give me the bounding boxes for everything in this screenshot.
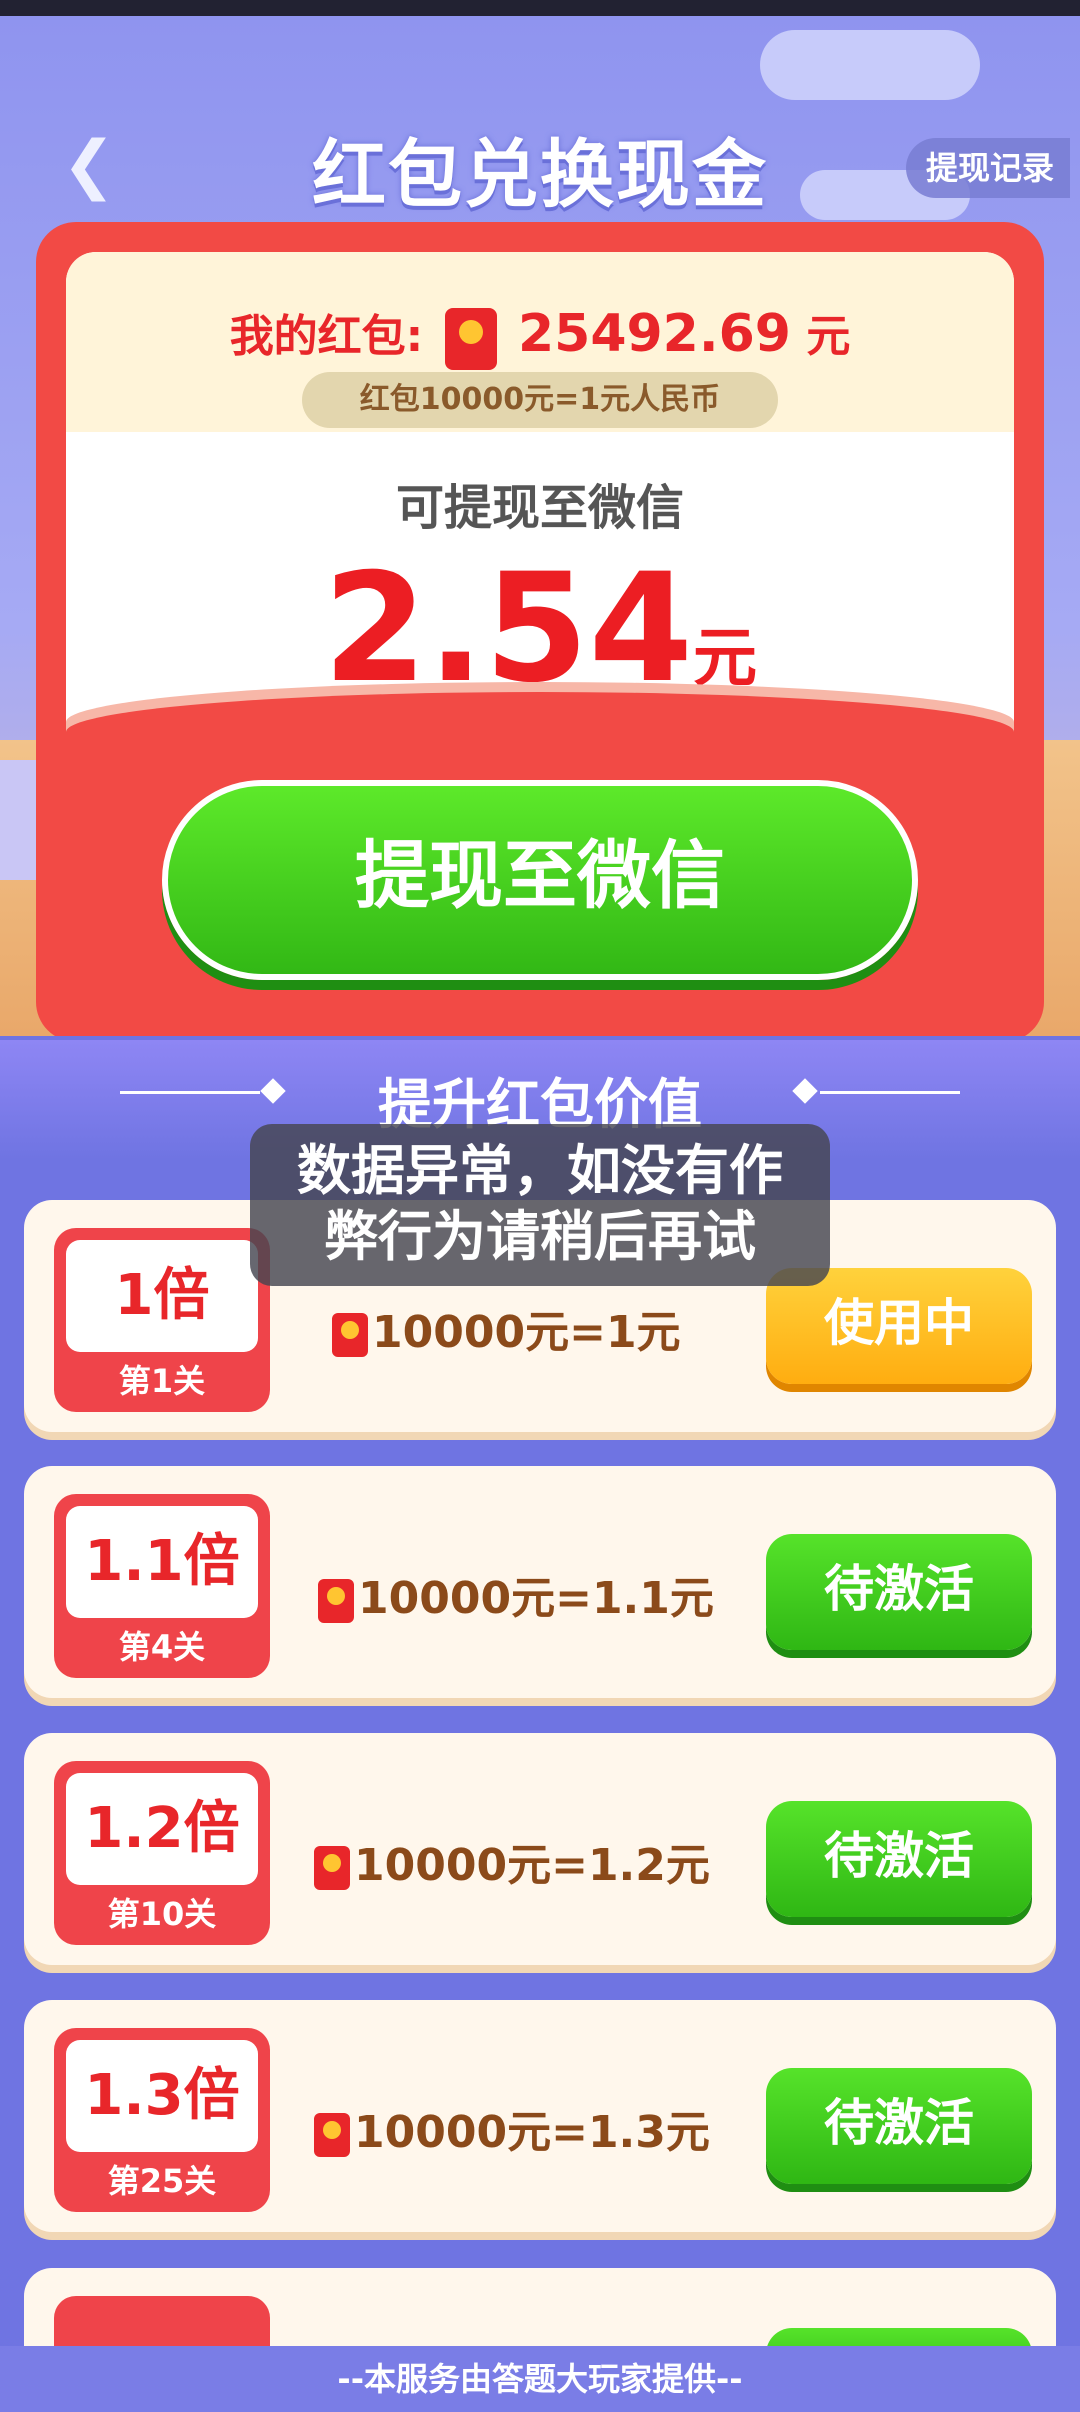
withdraw-amount-value: 2.54 [322, 542, 694, 716]
redpacket-card: 我的红包: 25492.69 元 红包10000元=1元人民币 可提现至微信 2… [36, 222, 1044, 1042]
redpacket-icon [314, 2113, 350, 2157]
my-redpacket-unit: 元 [806, 311, 851, 362]
exchange-rate-text: 10000元=1.2元 [354, 1840, 710, 1891]
exchange-rate: 10000元=1.1元 [318, 1562, 714, 1626]
withdrawable-label: 可提现至微信 [395, 480, 684, 536]
stage-label: 第4关 [118, 1628, 206, 1666]
multiplier-badge: 1.1倍 第4关 [54, 1494, 270, 1678]
exchange-rate-badge: 红包10000元=1元人民币 [302, 372, 778, 428]
my-redpacket-label: 我的红包: [229, 311, 424, 362]
divider-line [820, 1091, 960, 1094]
exchange-rate: 10000元=1.2元 [314, 1829, 710, 1893]
multiplier-value: 1.3倍 [66, 2040, 258, 2152]
level-row: 1.2倍 第10关 10000元=1.2元 待激活 [24, 1733, 1056, 1965]
status-button[interactable]: 待激活 [766, 1534, 1032, 1650]
redpacket-icon [318, 1579, 354, 1623]
multiplier-value: 1倍 [66, 1240, 258, 1352]
redpacket-icon [314, 1846, 350, 1890]
status-bar [0, 0, 1080, 16]
redpacket-icon [444, 308, 497, 370]
exchange-rate-text: 10000元=1.3元 [354, 2107, 710, 2158]
exchange-rate-text: 10000元=1.1元 [358, 1573, 714, 1624]
withdraw-record-button[interactable]: 提现记录 [906, 138, 1071, 198]
exchange-rate: 10000元=1元 [332, 1296, 681, 1360]
stage-label: 第25关 [107, 2162, 217, 2200]
level-row: 1.1倍 第4关 10000元=1.1元 待激活 [24, 1466, 1056, 1698]
multiplier-badge: 1.2倍 第10关 [54, 1761, 270, 1945]
withdraw-wechat-button[interactable]: 提现至微信 [162, 780, 918, 980]
multiplier-value: 1.2倍 [66, 1773, 258, 1885]
status-button[interactable]: 待激活 [766, 1801, 1032, 1917]
multiplier-badge: 1.3倍 第25关 [54, 2028, 270, 2212]
status-button[interactable]: 待激活 [766, 2068, 1032, 2184]
withdraw-amount: 2.54元 [66, 542, 1014, 716]
exchange-rate-text: 10000元=1元 [372, 1307, 681, 1358]
multiplier-badge: 1倍 第1关 [54, 1228, 270, 1412]
multiplier-value: 1.1倍 [66, 1506, 258, 1618]
my-redpacket: 我的红包: 25492.69 元 [66, 300, 1014, 370]
toast-line: 弊行为请稍后再试 [324, 1205, 756, 1268]
level-row: 1.3倍 第25关 10000元=1.3元 待激活 [24, 2000, 1056, 2232]
my-redpacket-amount: 25492.69 [517, 304, 791, 364]
exchange-rate: 10000元=1.3元 [314, 2096, 710, 2160]
withdraw-amount-unit: 元 [693, 622, 758, 696]
error-toast: 数据异常，如没有作 弊行为请稍后再试 [250, 1124, 830, 1286]
cloud-decoration [760, 30, 980, 100]
stage-label: 第1关 [118, 1362, 206, 1400]
redpacket-icon [332, 1313, 368, 1357]
footer-credit: --本服务由答题大玩家提供-- [0, 2346, 1080, 2412]
stage-label: 第10关 [107, 1895, 217, 1933]
toast-line: 数据异常，如没有作 [297, 1139, 783, 1202]
